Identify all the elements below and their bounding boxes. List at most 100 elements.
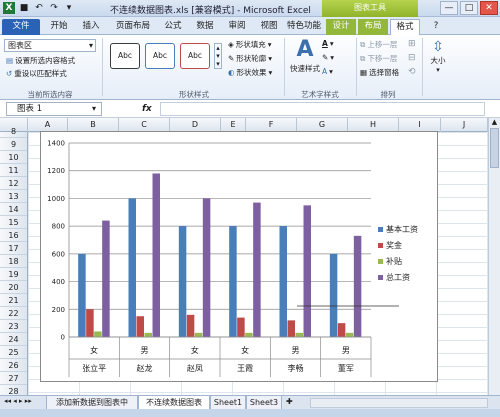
row-header[interactable]: 25 bbox=[0, 346, 27, 359]
scroll-thumb[interactable] bbox=[490, 128, 499, 168]
tab-home[interactable]: 开始 bbox=[44, 19, 74, 35]
row-header[interactable]: 19 bbox=[0, 268, 27, 281]
bar-基本工资-董军[interactable] bbox=[329, 253, 338, 337]
tab-insert[interactable]: 插入 bbox=[76, 19, 106, 35]
column-header[interactable]: B bbox=[68, 118, 119, 132]
column-header[interactable]: G bbox=[297, 118, 348, 132]
bar-奖金-张立平[interactable] bbox=[86, 309, 94, 337]
bar-奖金-赵凤[interactable] bbox=[186, 314, 195, 337]
bar-奖金-王霞[interactable] bbox=[237, 317, 245, 337]
scroll-up-icon[interactable]: ▲ bbox=[489, 118, 500, 126]
column-header[interactable]: D bbox=[170, 118, 221, 132]
row-header[interactable]: 28 bbox=[0, 385, 27, 395]
group-icon[interactable]: ⊟ bbox=[408, 53, 416, 63]
row-header[interactable]: 14 bbox=[0, 203, 27, 216]
bar-总工资-张立平[interactable] bbox=[102, 220, 110, 337]
shape-effects-button[interactable]: ◐ 形状效果 ▾ bbox=[228, 67, 272, 78]
bar-补贴-赵凤[interactable] bbox=[194, 332, 203, 337]
shape-outline-button[interactable]: ✎ 形状轮廓 ▾ bbox=[228, 53, 272, 64]
column-header[interactable]: A bbox=[28, 118, 68, 132]
row-header[interactable]: 17 bbox=[0, 242, 27, 255]
bring-forward-button[interactable]: ⧉ 上移一层 bbox=[360, 39, 397, 50]
sheet-tab[interactable]: 添加新数据到图表中 bbox=[46, 396, 138, 410]
shape-fill-button[interactable]: ◈ 形状填充 ▾ bbox=[228, 39, 272, 50]
sheet-tab[interactable]: Sheet1 bbox=[210, 396, 246, 410]
row-header[interactable]: 15 bbox=[0, 216, 27, 229]
bar-基本工资-赵龙[interactable] bbox=[128, 198, 137, 337]
chart-area[interactable]: 0 200 400 600 800 1000 1200 1400 女张立平 男赵龙 女赵凤 女王霞 男李… bbox=[40, 131, 438, 382]
tab-features[interactable]: 特色功能 bbox=[284, 19, 324, 35]
bar-总工资-李畅[interactable] bbox=[303, 205, 312, 337]
text-effects-button[interactable]: A ▾ bbox=[322, 67, 333, 76]
formula-input[interactable] bbox=[160, 102, 485, 116]
align-icon[interactable]: ⊞ bbox=[408, 39, 416, 49]
row-header[interactable]: 16 bbox=[0, 229, 27, 242]
bar-基本工资-张立平[interactable] bbox=[78, 253, 86, 337]
bar-补贴-董军[interactable] bbox=[345, 332, 354, 337]
row-header[interactable]: 13 bbox=[0, 190, 27, 203]
text-outline-button[interactable]: ✎ ▾ bbox=[322, 53, 334, 62]
sheet-nav-first-icon[interactable]: ◂◂ ◂ ▸ ▸▸ bbox=[4, 397, 32, 405]
save-icon[interactable]: ■ bbox=[18, 2, 30, 14]
tab-data[interactable]: 数据 bbox=[190, 19, 220, 35]
row-header[interactable]: 12 bbox=[0, 177, 27, 190]
tab-review[interactable]: 审阅 bbox=[222, 19, 252, 35]
row-header[interactable]: 23 bbox=[0, 320, 27, 333]
bar-补贴-李畅[interactable] bbox=[295, 332, 304, 337]
rotate-icon[interactable]: ⟲ bbox=[408, 67, 416, 77]
redo-icon[interactable]: ↷ bbox=[48, 2, 60, 14]
customize-qat-icon[interactable]: ▾ bbox=[63, 2, 75, 14]
bar-总工资-赵龙[interactable] bbox=[152, 173, 161, 337]
name-box[interactable]: 图表 1 bbox=[6, 101, 102, 116]
help-icon[interactable]: ? bbox=[430, 19, 442, 35]
sheet-tab-active[interactable]: 不连续数据图表 bbox=[138, 396, 210, 410]
bar-补贴-王霞[interactable] bbox=[245, 332, 253, 337]
row-header[interactable]: 26 bbox=[0, 359, 27, 372]
name-box-dropdown-icon[interactable]: ▾ bbox=[92, 104, 102, 113]
row-header[interactable]: 10 bbox=[0, 151, 27, 164]
chart-element-dropdown[interactable]: 图表区 ▾ bbox=[4, 39, 96, 52]
tab-design[interactable]: 设计 bbox=[326, 19, 356, 35]
quick-styles-button[interactable]: A 快速样式 bbox=[288, 37, 322, 85]
tab-format[interactable]: 格式 bbox=[390, 19, 420, 35]
sheet-tab[interactable]: Sheet3 bbox=[246, 396, 282, 410]
bar-总工资-赵凤[interactable] bbox=[202, 198, 211, 337]
bar-奖金-李畅[interactable] bbox=[287, 320, 296, 337]
row-header[interactable]: 20 bbox=[0, 281, 27, 294]
bar-奖金-董军[interactable] bbox=[337, 323, 346, 337]
new-sheet-icon[interactable]: ✚ bbox=[286, 397, 293, 406]
bar-chart[interactable]: 0 200 400 600 800 1000 1200 1400 女张立平 男赵龙 女赵凤 女王霞 男李… bbox=[41, 132, 437, 381]
column-header[interactable]: H bbox=[348, 118, 399, 132]
undo-icon[interactable]: ↶ bbox=[33, 2, 45, 14]
row-header[interactable]: 24 bbox=[0, 333, 27, 346]
row-header[interactable]: 18 bbox=[0, 255, 27, 268]
row-header[interactable]: 11 bbox=[0, 164, 27, 177]
bar-总工资-王霞[interactable] bbox=[253, 202, 261, 337]
column-header[interactable]: J bbox=[441, 118, 488, 132]
tab-layout[interactable]: 布局 bbox=[358, 19, 388, 35]
tab-view[interactable]: 视图 bbox=[254, 19, 284, 35]
bar-基本工资-赵凤[interactable] bbox=[178, 226, 187, 337]
row-header[interactable]: 21 bbox=[0, 294, 27, 307]
bar-奖金-赵龙[interactable] bbox=[136, 316, 145, 337]
bar-总工资-董军[interactable] bbox=[353, 235, 362, 337]
selection-pane-button[interactable]: ▦ 选择窗格 bbox=[360, 67, 399, 78]
column-header[interactable]: C bbox=[119, 118, 170, 132]
tab-page-layout[interactable]: 页面布局 bbox=[110, 19, 156, 35]
tab-formulas[interactable]: 公式 bbox=[158, 19, 188, 35]
row-header[interactable]: 8 bbox=[0, 125, 27, 138]
minimize-button[interactable]: — bbox=[440, 1, 458, 15]
column-header[interactable]: I bbox=[399, 118, 441, 132]
format-selection-button[interactable]: ▤ 设置所选内容格式 bbox=[6, 55, 75, 66]
shape-style-preset-1[interactable]: Abc bbox=[110, 43, 140, 69]
horizontal-scrollbar[interactable] bbox=[310, 398, 488, 408]
bar-基本工资-李畅[interactable] bbox=[279, 226, 288, 337]
send-backward-button[interactable]: ⧉ 下移一层 bbox=[360, 53, 397, 64]
tab-file[interactable]: 文件 bbox=[2, 19, 40, 35]
text-fill-button[interactable]: A ▾ bbox=[322, 39, 334, 48]
row-header[interactable]: 9 bbox=[0, 138, 27, 151]
maximize-button[interactable]: □ bbox=[460, 1, 478, 15]
row-header[interactable]: 27 bbox=[0, 372, 27, 385]
fx-icon[interactable]: fx bbox=[142, 104, 152, 114]
size-button[interactable]: ⇳ 大小 ▾ bbox=[426, 39, 450, 74]
